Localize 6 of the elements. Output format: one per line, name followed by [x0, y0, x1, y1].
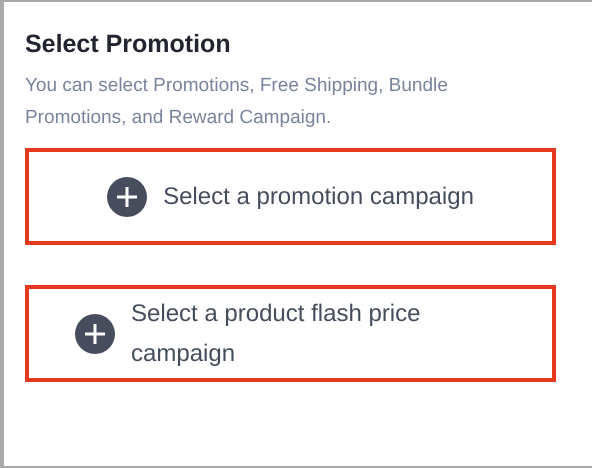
panel-title: Select Promotion [25, 29, 232, 60]
add-campaign-button[interactable]: Select a product flash price campaign [25, 285, 556, 382]
panel-description: You can select Promotions, Free Shipping, Bundle Promotions, and Reward Campaign. [25, 74, 449, 130]
plus-icon [107, 176, 148, 216]
add-campaign-button[interactable]: Select a promotion campaign [25, 148, 556, 245]
plus-icon [75, 314, 115, 354]
